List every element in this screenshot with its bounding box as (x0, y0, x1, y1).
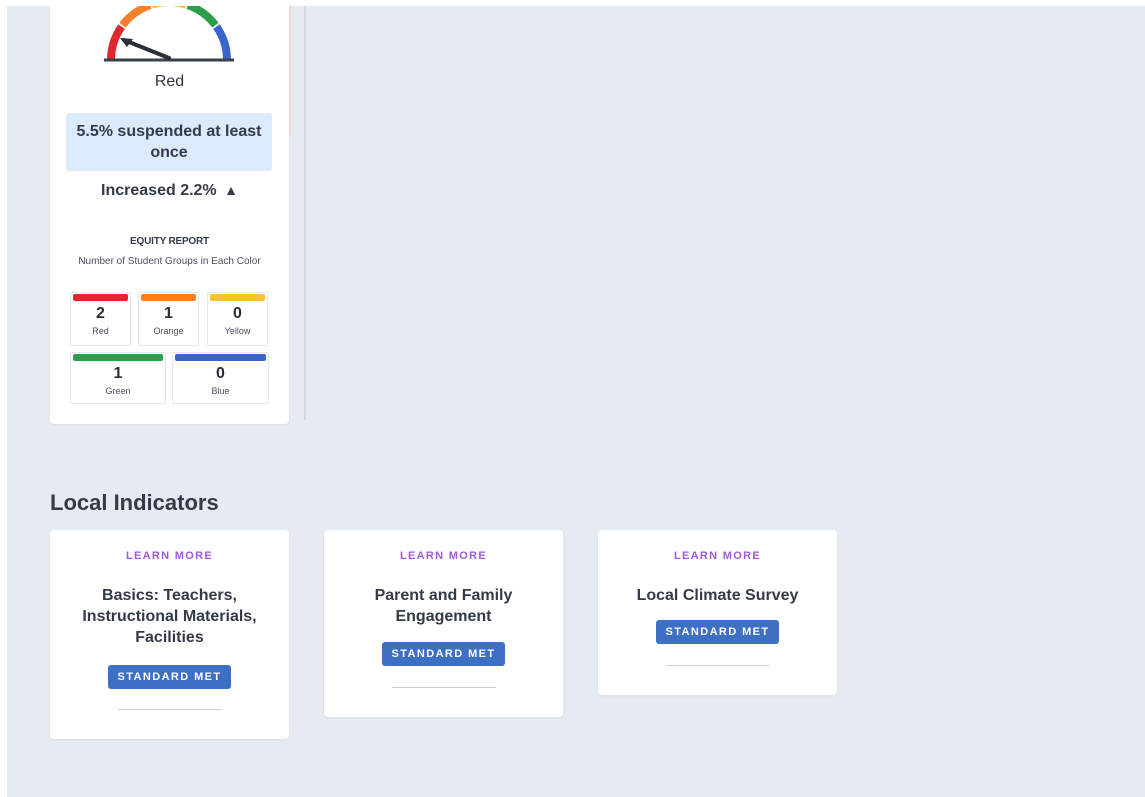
card-divider (665, 665, 770, 666)
equity-report-title: EQUITY REPORT (130, 236, 209, 247)
standard-met-badge: STANDARD MET (381, 642, 506, 666)
group-label: Orange (153, 326, 184, 336)
color-bar (141, 294, 196, 301)
learn-more-link[interactable]: LEARN MORE (598, 550, 837, 562)
group-label: Blue (211, 386, 230, 396)
equity-report-subtitle: Number of Student Groups in Each Color (78, 256, 261, 267)
gauge-segment-red (107, 24, 125, 61)
local-indicator-title: Basics: Teachers, Instructional Material… (82, 587, 257, 646)
local-indicators-heading: Local Indicators (50, 490, 219, 515)
local-indicator-card-basics: LEARN MORE Basics: Teachers, Instruction… (50, 530, 289, 739)
color-bar (73, 294, 128, 301)
triangle-up-icon: ▲ (224, 182, 238, 198)
group-label: Yellow (224, 326, 251, 336)
standard-met-badge: STANDARD MET (107, 665, 232, 689)
learn-more-link[interactable]: LEARN MORE (324, 550, 563, 562)
equity-swatch-blue: 0 Blue (172, 352, 269, 404)
local-indicator-card-climate-survey: LEARN MORE Local Climate Survey STANDARD… (598, 530, 837, 695)
color-bar (73, 354, 163, 361)
equity-swatch-green: 1 Green (70, 352, 166, 404)
group-count: 1 (113, 365, 123, 382)
card-edge-accent (289, 6, 291, 136)
change-line: Increased 2.2% ▲ (50, 182, 289, 200)
color-bar (210, 294, 265, 301)
group-count: 1 (164, 305, 173, 322)
local-indicator-card-parent-engagement: LEARN MORE Parent and Family Engagement … (324, 530, 563, 717)
local-indicator-title: Parent and Family Engagement (374, 587, 513, 625)
equity-swatch-yellow: 0 Yellow (207, 292, 268, 346)
group-label: Red (92, 326, 109, 336)
learn-more-link[interactable]: LEARN MORE (50, 550, 289, 562)
standard-met-badge: STANDARD MET (655, 620, 780, 644)
gauge-icon (104, 6, 234, 62)
gauge-needle (122, 38, 171, 60)
group-count: 2 (96, 305, 105, 322)
summary-box: 5.5% suspended at least once (66, 113, 272, 171)
change-text: Increased 2.2% (101, 182, 217, 199)
equity-swatch-orange: 1 Orange (138, 292, 199, 346)
gauge-segment-blue (213, 24, 231, 61)
group-count: 0 (233, 305, 242, 322)
card-divider (391, 687, 496, 688)
group-count: 0 (216, 365, 225, 382)
color-bar (175, 354, 266, 361)
status-label: Red (154, 73, 185, 90)
column-divider (304, 6, 306, 420)
card-divider (117, 709, 222, 710)
group-label: Green (105, 386, 131, 396)
equity-swatch-red: 2 Red (70, 292, 131, 346)
gauge-segment-orange (119, 6, 152, 28)
gauge-segment-green (186, 6, 219, 28)
suspension-indicator-card: Red 5.5% suspended at least once Increas… (50, 6, 291, 424)
local-indicator-title: Local Climate Survey (636, 587, 799, 604)
